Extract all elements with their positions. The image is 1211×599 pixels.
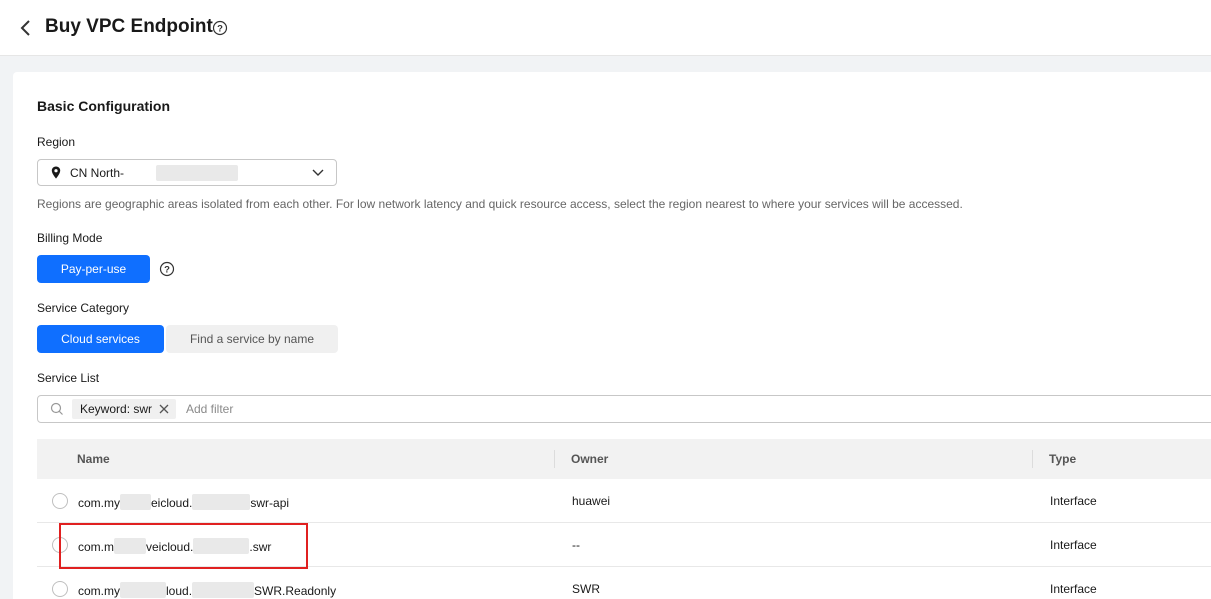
row-radio[interactable] (52, 581, 68, 597)
location-pin-icon (51, 166, 61, 179)
help-icon[interactable]: ? (212, 20, 228, 36)
help-icon[interactable]: ? (159, 261, 175, 277)
search-icon (50, 402, 63, 415)
service-type: Interface (1050, 494, 1097, 508)
region-value: CN North- (70, 166, 125, 180)
column-type: Type (1049, 452, 1077, 466)
close-icon[interactable] (158, 403, 170, 415)
section-title: Basic Configuration (37, 98, 171, 114)
column-divider (1032, 450, 1033, 468)
pay-per-use-button[interactable]: Pay-per-use (37, 255, 150, 283)
filter-tag-label: Keyword: swr (80, 402, 153, 416)
column-name: Name (77, 452, 110, 466)
chevron-left-icon[interactable] (18, 18, 34, 38)
top-bar: Buy VPC Endpoint ? (0, 0, 1211, 56)
add-filter-input[interactable]: Add filter (186, 402, 233, 416)
service-name: com.my loud. SWR.Readonly (78, 582, 337, 598)
region-hint: Regions are geographic areas isolated fr… (37, 197, 963, 211)
svg-text:?: ? (217, 24, 223, 35)
cloud-services-option[interactable]: Cloud services (37, 325, 164, 353)
billing-mode-label: Billing Mode (37, 231, 103, 245)
table-row[interactable]: com.my eicloud. swr-api huawei Interface (37, 479, 1211, 523)
find-service-by-name-option[interactable]: Find a service by name (166, 325, 338, 353)
service-owner: -- (572, 538, 580, 552)
service-list-label: Service List (37, 371, 100, 385)
service-category-label: Service Category (37, 301, 130, 315)
redacted-region (156, 165, 238, 181)
page-title: Buy VPC Endpoint (45, 16, 213, 37)
highlight-box (59, 523, 308, 569)
column-divider (554, 450, 555, 468)
filter-tag: Keyword: swr (72, 399, 177, 419)
service-filter[interactable]: Keyword: swr Add filter (37, 395, 1211, 423)
column-owner: Owner (571, 452, 609, 466)
service-name: com.my eicloud. swr-api (78, 494, 290, 510)
chevron-down-icon (312, 169, 324, 176)
service-type: Interface (1050, 582, 1097, 596)
service-type: Interface (1050, 538, 1097, 552)
service-owner: SWR (572, 582, 600, 596)
table-header: Name Owner Type (37, 439, 1211, 479)
row-radio[interactable] (52, 493, 68, 509)
service-owner: huawei (572, 494, 611, 508)
region-select[interactable]: CN North- (37, 159, 337, 186)
svg-text:?: ? (164, 265, 170, 276)
region-label: Region (37, 135, 76, 149)
table-row[interactable]: com.my loud. SWR.Readonly SWR Interface (37, 567, 1211, 599)
